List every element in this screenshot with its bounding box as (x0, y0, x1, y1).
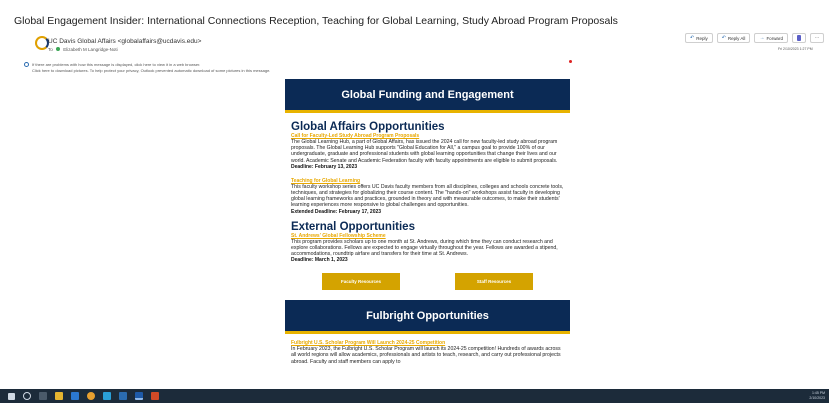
outlook-icon[interactable] (135, 392, 143, 400)
banner-funding: Global Funding and Engagement (285, 79, 570, 113)
resource-buttons: Faculty Resources Staff Resources (285, 273, 570, 291)
message-timestamp: Fri 2/10/2023 1:27 PM (778, 47, 813, 51)
teams-icon (796, 35, 801, 41)
newsletter-body: Global Funding and Engagement Global Aff… (285, 79, 570, 388)
more-button[interactable]: ⋯ (809, 33, 824, 43)
presence-icon (56, 47, 61, 51)
section-title-global-affairs: Global Affairs Opportunities (291, 121, 445, 133)
message-actions: ↶ Reply ↶ Reply All → Forward ⋯ (685, 33, 824, 43)
item-body-st-andrews: This program provides scholars up to one… (291, 238, 558, 258)
search-icon[interactable] (23, 392, 31, 400)
deadline-st-andrews: Deadline: March 1, 2023 (291, 257, 348, 264)
reply-all-button[interactable]: ↶ Reply All (716, 33, 751, 43)
faculty-resources-button[interactable]: Faculty Resources (322, 273, 400, 291)
ucdavis-logo-icon (35, 36, 49, 50)
taskbar-clock[interactable]: 1:45 PM 2/10/2023 (809, 391, 825, 400)
to-label: To (48, 47, 53, 52)
item-body-teaching: This faculty workshop series offers UC D… (291, 183, 564, 209)
item-body-study-abroad: The Global Learning Hub, a part of Globa… (291, 139, 558, 164)
item-body-fulbright: In February 2023, the Fulbright U.S. Sch… (291, 346, 561, 365)
banner-fulbright: Fulbright Opportunities (285, 300, 570, 335)
email-subject: Global Engagement Insider: International… (14, 15, 618, 27)
forward-icon: → (759, 35, 765, 41)
info-line-2[interactable]: Click here to download pictures. To help… (32, 68, 270, 74)
reply-all-icon: ↶ (721, 35, 726, 41)
chrome-icon[interactable] (87, 392, 95, 400)
powerpoint-icon[interactable] (151, 392, 159, 400)
windows-start-icon[interactable] (8, 392, 15, 400)
staff-resources-button[interactable]: Staff Resources (455, 273, 533, 291)
section-title-external: External Opportunities (291, 220, 415, 233)
recipient-line: To Elizabeth M Langridge-Noti (48, 47, 118, 52)
reply-icon: ↶ (690, 35, 695, 41)
recipient-name[interactable]: Elizabeth M Langridge-Noti (63, 47, 117, 52)
edge-icon[interactable] (103, 392, 111, 400)
info-bar[interactable]: If there are problems with how this mess… (24, 62, 270, 74)
word-icon[interactable] (119, 392, 127, 400)
forward-button[interactable]: → Forward (754, 33, 788, 43)
task-view-icon[interactable] (39, 392, 47, 400)
teams-button[interactable] (791, 33, 806, 43)
taskbar: 1:45 PM 2/10/2023 (0, 389, 829, 403)
sender-name[interactable]: UC Davis Global Affairs <globalaffairs@u… (48, 38, 201, 45)
mail-icon[interactable] (71, 392, 79, 400)
more-icon: ⋯ (814, 35, 820, 40)
file-explorer-icon[interactable] (55, 392, 63, 400)
reply-button[interactable]: ↶ Reply (685, 33, 713, 43)
status-dot (569, 60, 572, 63)
